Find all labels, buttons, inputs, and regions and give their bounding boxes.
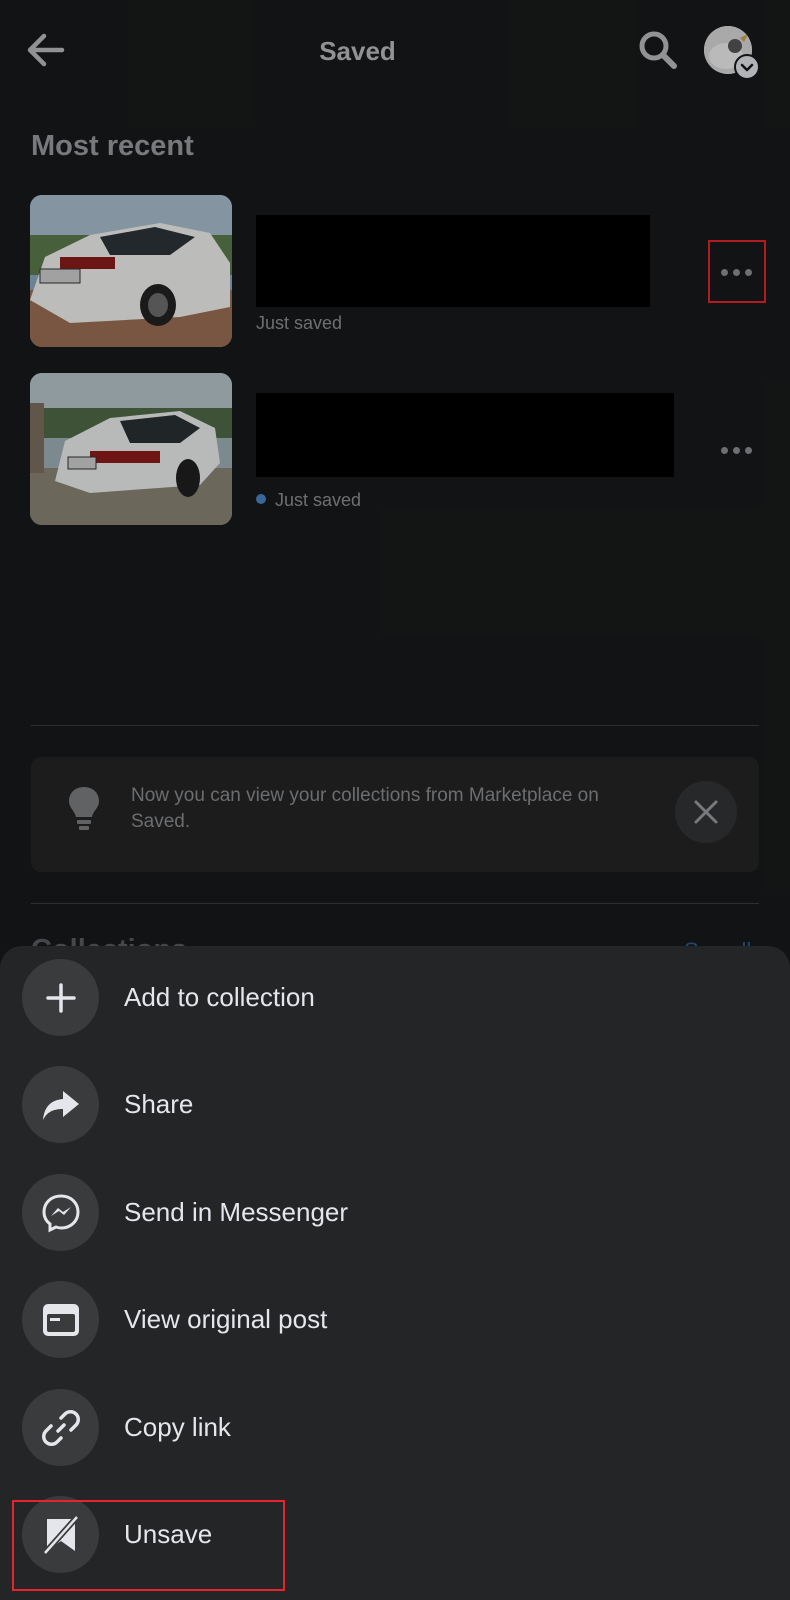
saved-status-text: Just saved [256,313,343,333]
highlight-box [708,240,766,303]
divider [31,725,759,726]
menu-icon-circle [22,1281,99,1358]
more-dots-icon [718,441,754,459]
section-title-most-recent: Most recent [31,130,194,162]
menu-label: Copy link [124,1412,231,1442]
saved-item-thumbnail[interactable] [30,373,232,525]
close-icon [694,800,718,824]
saved-item-thumbnail[interactable] [30,195,232,347]
messenger-icon [41,1193,80,1232]
page-title: Saved [319,36,396,66]
menu-item-send-in-messenger[interactable]: Send in Messenger [0,1162,790,1262]
menu-item-copy-link[interactable]: Copy link [0,1377,790,1477]
plus-icon [45,982,76,1013]
car-photo-icon [30,195,232,347]
share-arrow-icon [42,1090,79,1120]
notice-close-button[interactable] [675,781,737,843]
menu-item-view-original-post[interactable]: View original post [0,1269,790,1369]
highlight-box [12,1500,285,1591]
menu-icon-circle [22,1066,99,1143]
redacted-title [256,393,674,477]
header: Saved [0,0,790,100]
chevron-down-icon [740,63,754,72]
search-button[interactable] [636,28,680,72]
menu-icon-circle [22,1174,99,1251]
menu-label: View original post [124,1304,328,1334]
browser-window-icon [42,1303,79,1336]
menu-item-share[interactable]: Share [0,1054,790,1154]
marketplace-notice: Now you can view your collections from M… [31,757,759,872]
divider [31,903,759,904]
search-icon [639,31,677,69]
link-icon [41,1409,80,1446]
account-switch-badge[interactable] [734,54,760,80]
unread-dot-icon [256,494,266,505]
menu-item-add-to-collection[interactable]: Add to collection [0,947,790,1047]
notice-text: Now you can view your collections from M… [131,785,599,832]
menu-icon-circle [22,1389,99,1466]
saved-status: Just saved [256,490,361,511]
redacted-title [256,215,650,307]
car-photo-icon [30,373,232,525]
menu-icon-circle [22,959,99,1036]
menu-label: Send in Messenger [124,1197,349,1227]
menu-label: Share [124,1089,194,1119]
lightbulb-icon [69,787,99,830]
more-options-button[interactable] [708,422,764,478]
saved-screen: Saved Most recent Just saved Just saved … [0,0,790,1600]
saved-status: Just saved [256,313,342,334]
saved-status-text: Just saved [275,490,362,510]
menu-label: Add to collection [124,982,315,1012]
